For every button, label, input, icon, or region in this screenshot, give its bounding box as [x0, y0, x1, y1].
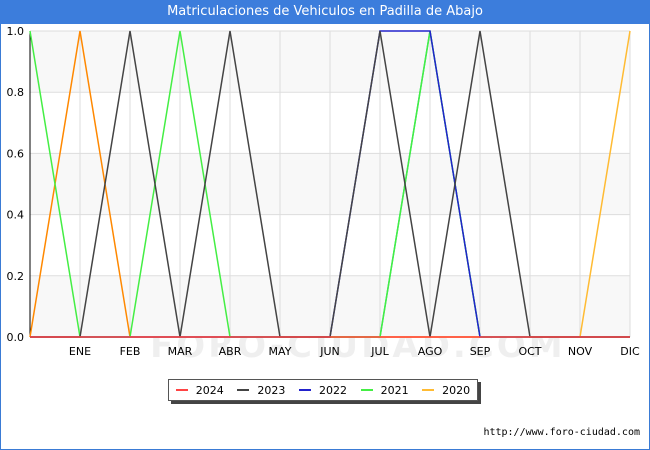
legend-swatch	[175, 389, 188, 391]
legend: 2024 2023 2022 2021 2020	[168, 379, 478, 401]
y-tick-label: 0.4	[7, 209, 25, 222]
y-tick-label: 0.0	[7, 331, 25, 344]
x-tick-label: FEB	[120, 345, 141, 358]
legend-item: 2022	[298, 383, 347, 397]
y-tick-label: 1.0	[7, 25, 25, 38]
legend-swatch	[422, 389, 435, 391]
legend-swatch	[360, 389, 373, 391]
legend-item: 2023	[237, 384, 285, 397]
x-tick-label: JUN	[319, 345, 340, 358]
x-tick-label: DIC	[620, 345, 640, 358]
x-tick-label: MAR	[168, 345, 193, 358]
x-tick-label: ENE	[69, 345, 91, 358]
y-tick-label: 0.8	[7, 86, 25, 99]
legend-label: 2023	[257, 383, 286, 397]
x-tick-label: AGO	[418, 345, 443, 358]
legend-label: 2024	[195, 383, 224, 397]
x-tick-label: JUL	[370, 345, 389, 358]
legend-label: 2022	[318, 383, 347, 397]
legend-item: 2020	[422, 384, 470, 397]
x-tick-label: ABR	[219, 345, 242, 358]
x-tick-label: NOV	[568, 345, 593, 358]
legend-label: 2020	[442, 383, 471, 397]
legend-item: 2024	[175, 383, 224, 397]
x-tick-label: MAY	[269, 345, 292, 358]
source-url[interactable]: http://www.foro-ciudad.com	[483, 427, 640, 438]
y-tick-label: 0.6	[7, 147, 25, 160]
legend-item: 2021	[360, 383, 409, 397]
legend-swatch	[237, 389, 250, 391]
x-tick-label: SEP	[470, 345, 491, 358]
x-tick-label: OCT	[518, 345, 541, 358]
y-tick-label: 0.2	[7, 270, 25, 283]
legend-swatch	[298, 389, 311, 391]
legend-label: 2021	[380, 383, 409, 397]
